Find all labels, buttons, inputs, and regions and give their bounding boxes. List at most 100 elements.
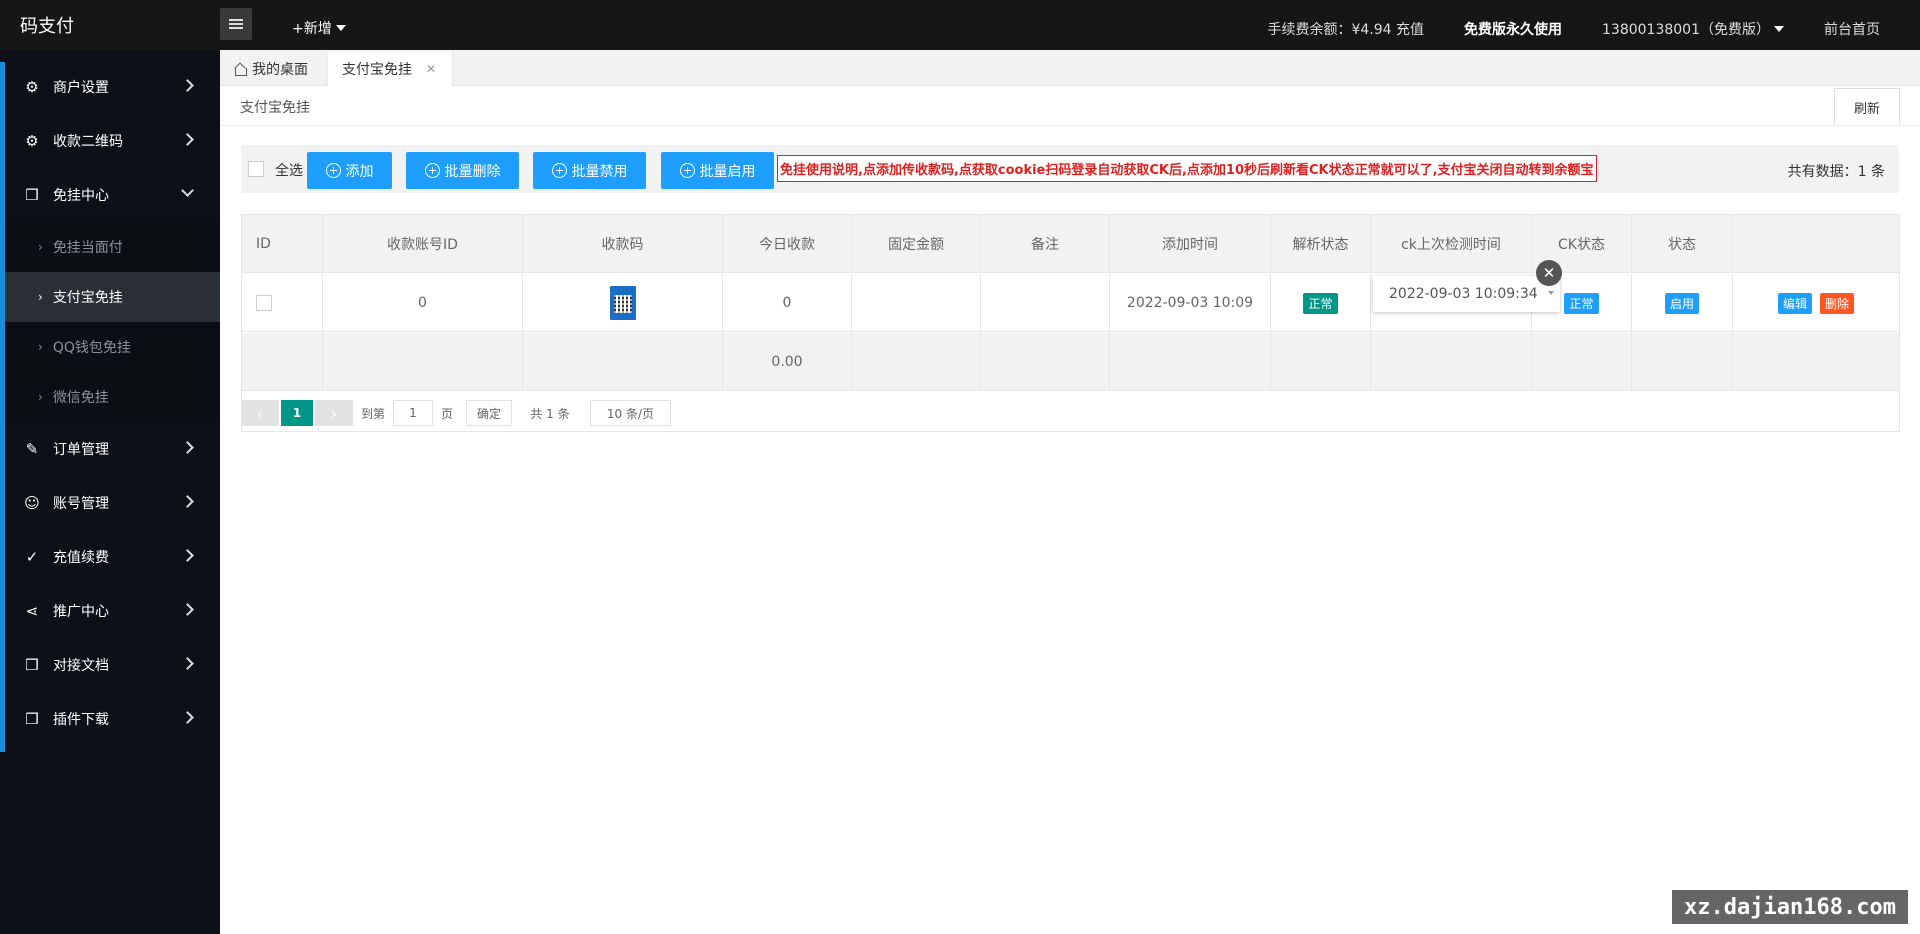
- caret-down-icon: [1548, 291, 1554, 295]
- chevron-right-icon: ›: [38, 390, 43, 404]
- close-icon[interactable]: ✕: [1536, 260, 1562, 286]
- menu-toggle-button[interactable]: [220, 8, 252, 40]
- column-header: ck上次检测时间: [1371, 215, 1532, 273]
- sidebar-item-label: 插件下载: [53, 712, 109, 728]
- close-icon[interactable]: ✕: [426, 62, 436, 76]
- sidebar-sub-label: 微信免挂: [52, 390, 109, 406]
- column-header: 备注: [981, 215, 1110, 273]
- sidebar-item-free-center[interactable]: ❒ 免挂中心: [5, 168, 220, 222]
- summary-cell: [1632, 333, 1733, 391]
- column-header: 固定金额: [852, 215, 981, 273]
- sidebar-sub-label: 免挂当面付: [52, 240, 123, 256]
- sidebar-item-label: 账号管理: [53, 496, 109, 512]
- sidebar-item-merchant[interactable]: ⚙ 商户设置: [5, 60, 220, 114]
- status-toggle[interactable]: 启用: [1664, 292, 1699, 314]
- chevron-right-icon: [181, 495, 194, 508]
- goto-label: 到第: [360, 406, 385, 421]
- button-label: 批量删除: [444, 163, 501, 180]
- chevron-right-icon: [181, 711, 194, 724]
- added-time-cell: 2022-09-03 10:09: [1110, 274, 1271, 332]
- new-dropdown[interactable]: +新增: [292, 18, 346, 38]
- summary-cell: [981, 333, 1110, 391]
- select-all-label: 全选: [275, 163, 303, 179]
- delete-button[interactable]: 删除: [1820, 292, 1855, 314]
- summary-cell: [323, 333, 523, 391]
- site-watermark: xz.dajian168.com: [1672, 890, 1908, 924]
- tab-desktop[interactable]: 我的桌面: [220, 52, 327, 86]
- batch-enable-button[interactable]: 批量启用: [661, 152, 774, 189]
- sidebar-item-orders[interactable]: ✎ 订单管理: [5, 422, 220, 476]
- next-page-button[interactable]: ›: [315, 400, 353, 426]
- actions-cell: 编辑 删除: [1733, 274, 1899, 332]
- refresh-button[interactable]: 刷新: [1834, 88, 1900, 125]
- table-row: 0 0 2022-09-03 10:09 正常 正常 启用 编辑 删除: [242, 274, 1899, 332]
- tab-alipay[interactable]: 支付宝免挂 ✕: [328, 52, 453, 86]
- sidebar-item-recharge[interactable]: ✓ 充值续费: [5, 530, 220, 584]
- prev-page-button[interactable]: ‹: [241, 400, 279, 426]
- share-icon: ⋖: [25, 602, 39, 620]
- row-checkbox[interactable]: [256, 295, 272, 311]
- ck-time-value: 2022-09-03 10:09:34: [1389, 286, 1538, 302]
- toolbar: 全选 添加 批量删除 批量禁用 批量启用 免挂使用说明,点添加传收款码,点获取c…: [241, 145, 1899, 193]
- current-page[interactable]: 1: [281, 400, 313, 426]
- today-cell: 0: [723, 274, 852, 332]
- qrcode-thumbnail[interactable]: [609, 286, 636, 320]
- summary-cell: [1110, 333, 1271, 391]
- chevron-right-icon: [181, 441, 194, 454]
- sidebar-item-promotion[interactable]: ⋖ 推广中心: [5, 584, 220, 638]
- account-id-cell: 0: [323, 274, 523, 332]
- sidebar-sub-label: QQ钱包免挂: [52, 340, 131, 356]
- per-page-select[interactable]: 10 条/页: [590, 400, 671, 426]
- remark-cell: [981, 274, 1110, 332]
- batch-delete-button[interactable]: 批量删除: [406, 152, 519, 189]
- sidebar-item-qrcode[interactable]: ⚙ 收款二维码: [5, 114, 220, 168]
- column-header: 状态: [1632, 215, 1733, 273]
- sidebar-item-label: 推广中心: [53, 604, 109, 620]
- summary-cell: [1371, 333, 1532, 391]
- chevron-right-icon: ›: [38, 340, 43, 354]
- sidebar-sub-wechat[interactable]: › 微信免挂: [5, 372, 220, 422]
- summary-cell: [1532, 333, 1632, 391]
- cube-icon: ❒: [25, 710, 39, 728]
- breadcrumb: 支付宝免挂: [240, 100, 310, 116]
- record-count: 共有数据：1 条: [1787, 164, 1885, 180]
- column-header: [1733, 215, 1899, 273]
- sidebar-sub-label: 支付宝免挂: [52, 290, 123, 306]
- tab-label: 支付宝免挂: [342, 62, 412, 78]
- chevron-right-icon: ›: [38, 290, 43, 304]
- usage-notice: 免挂使用说明,点添加传收款码,点获取cookie扫码登录自动获取CK后,点添加1…: [777, 155, 1597, 182]
- column-header: 添加时间: [1110, 215, 1271, 273]
- user-icon: ☺: [24, 494, 40, 512]
- page-input[interactable]: 1: [393, 400, 433, 426]
- home-link[interactable]: 前台首页: [1824, 19, 1880, 39]
- edit-button[interactable]: 编辑: [1777, 292, 1812, 314]
- caret-down-icon: [1774, 26, 1784, 32]
- select-all-checkbox[interactable]: [248, 161, 264, 177]
- add-button[interactable]: 添加: [307, 152, 392, 189]
- gear-icon: ⚙: [25, 78, 39, 96]
- sidebar-sub-facepay[interactable]: › 免挂当面付: [5, 222, 220, 272]
- balance-link[interactable]: 手续费余额：¥4.94 充值: [1267, 19, 1424, 39]
- plan-label: 免费版永久使用: [1464, 22, 1563, 38]
- sidebar-sub-alipay[interactable]: › 支付宝免挂: [5, 272, 220, 322]
- sidebar-item-label: 对接文档: [53, 658, 109, 674]
- breadcrumb-bar: 支付宝免挂 刷新: [220, 86, 1920, 126]
- button-label: 批量启用: [699, 163, 756, 180]
- plus-circle-icon: [679, 163, 695, 178]
- goto-confirm-button[interactable]: 确定: [466, 400, 512, 426]
- batch-disable-button[interactable]: 批量禁用: [533, 152, 646, 189]
- page-unit-label: 页: [440, 406, 453, 421]
- chevron-right-icon: [181, 657, 194, 670]
- sidebar-sub-qqwallet[interactable]: › QQ钱包免挂: [5, 322, 220, 372]
- sidebar-item-docs[interactable]: ❒ 对接文档: [5, 638, 220, 692]
- account-dropdown[interactable]: 13800138001（免费版）: [1602, 19, 1784, 39]
- gear-icon: ⚙: [25, 132, 39, 150]
- sidebar-item-label: 充值续费: [53, 550, 109, 566]
- status-cell: 启用: [1632, 274, 1733, 332]
- top-right-menu: 手续费余额：¥4.94 充值 免费版永久使用 13800138001（免费版） …: [1227, 19, 1880, 39]
- sidebar-item-accounts[interactable]: ☺ 账号管理: [5, 476, 220, 530]
- sidebar-item-plugins[interactable]: ❒ 插件下载: [5, 692, 220, 746]
- plus-circle-icon: [325, 163, 341, 178]
- parse-status-badge: 正常: [1303, 292, 1338, 314]
- hamburger-icon: [229, 19, 243, 29]
